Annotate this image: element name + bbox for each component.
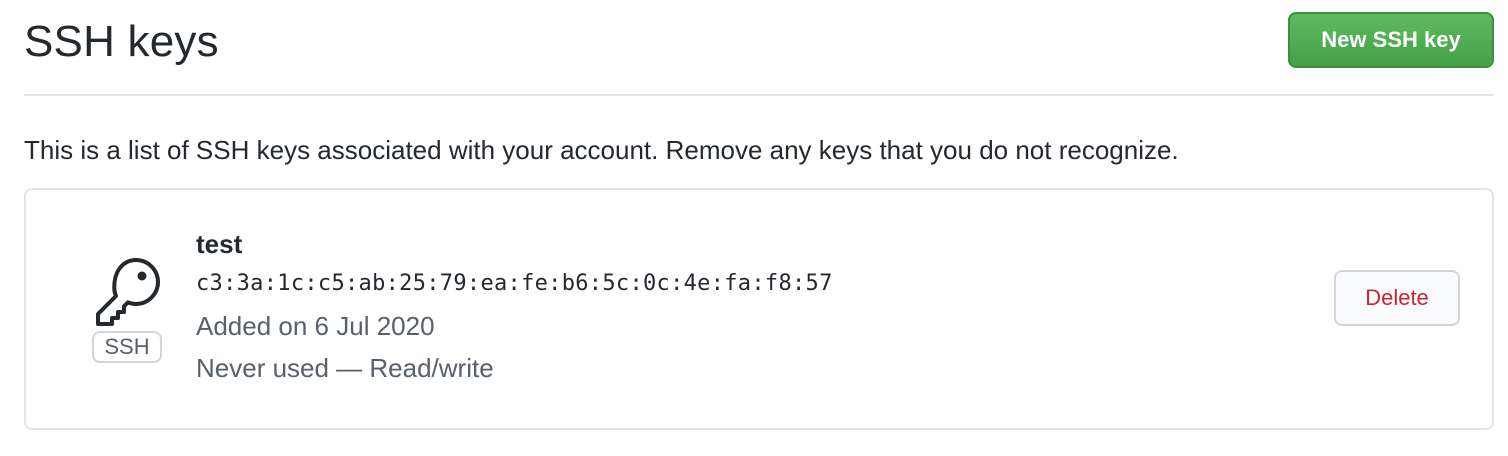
key-icon <box>92 254 164 326</box>
key-details: test c3:3a:1c:c5:ab:25:79:ea:fe:b6:5c:0c… <box>196 226 833 386</box>
ssh-key-list-item: SSH test c3:3a:1c:c5:ab:25:79:ea:fe:b6:5… <box>24 188 1494 430</box>
page-header: SSH keys New SSH key <box>24 0 1494 96</box>
key-title: test <box>196 229 243 259</box>
page-title: SSH keys <box>24 17 219 66</box>
delete-key-button[interactable]: Delete <box>1334 270 1460 326</box>
ssh-badge: SSH <box>92 331 162 363</box>
ssh-keys-page: SSH keys New SSH key This is a list of S… <box>0 0 1508 456</box>
key-added-date: Added on 6 Jul 2020 <box>196 311 435 341</box>
key-usage-status: Never used — Read/write <box>196 353 494 383</box>
key-fingerprint: c3:3a:1c:c5:ab:25:79:ea:fe:b6:5c:0c:4e:f… <box>196 271 833 296</box>
new-ssh-key-button[interactable]: New SSH key <box>1288 12 1494 68</box>
page-description: This is a list of SSH keys associated wi… <box>24 135 1179 165</box>
